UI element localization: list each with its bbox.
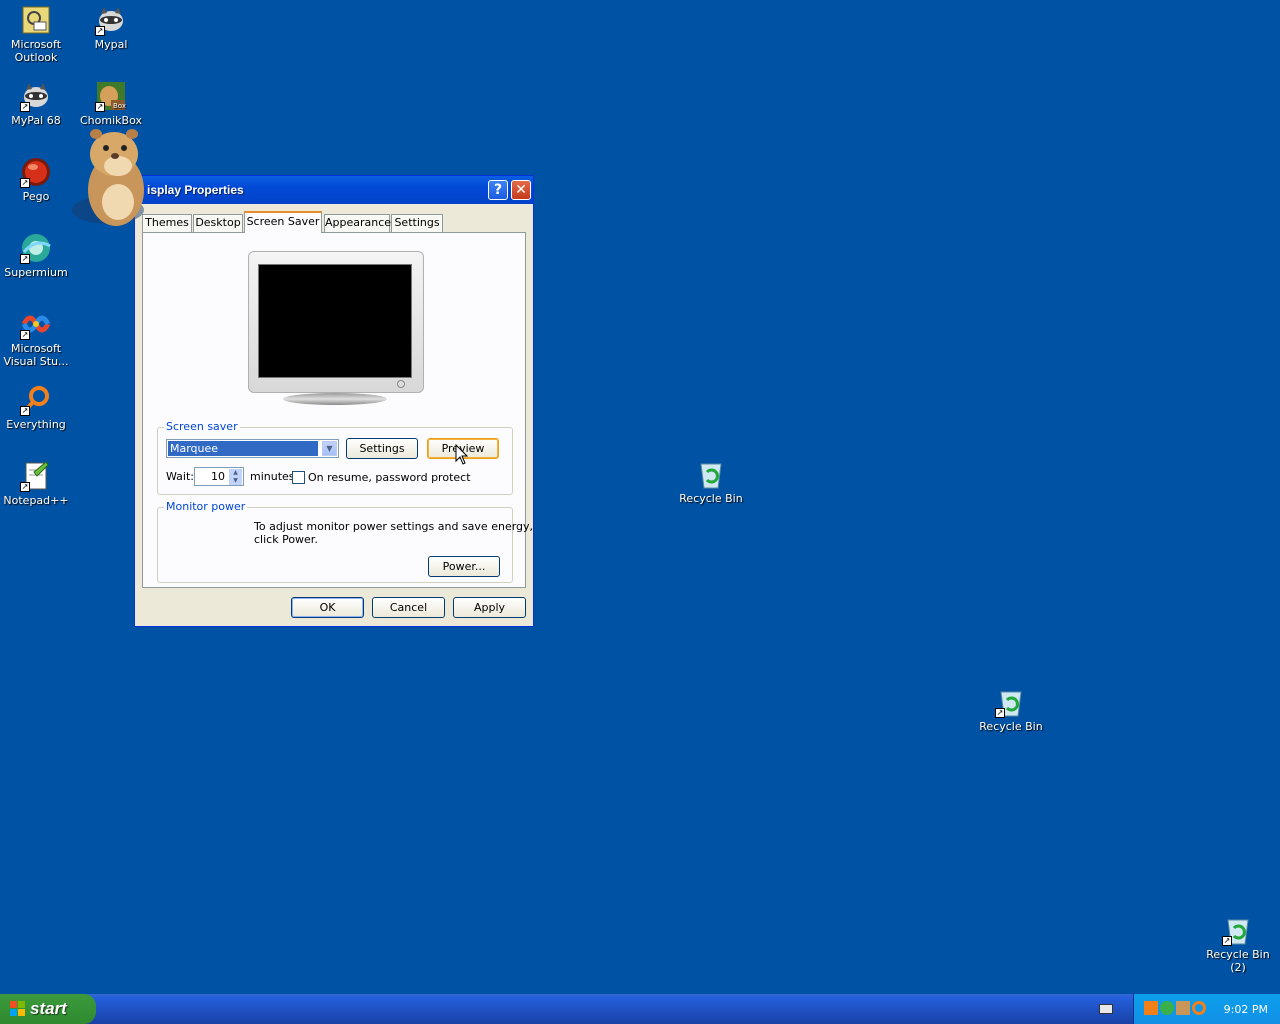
- password-protect-label[interactable]: On resume, password protect: [308, 471, 471, 484]
- desktop-icon-label: Microsoft Visual Stu...: [3, 342, 69, 368]
- svg-text:Box: Box: [113, 102, 126, 110]
- shortcut-arrow-icon: ↗: [95, 26, 105, 36]
- clock[interactable]: 9:02 PM: [1224, 1003, 1268, 1016]
- notepad-plus-icon: ↗: [20, 460, 52, 492]
- start-label: start: [30, 999, 67, 1018]
- password-protect-checkbox[interactable]: [292, 471, 305, 484]
- wait-minutes-stepper[interactable]: 10 ▲ ▼: [194, 467, 244, 486]
- taskbar: start 9:02 PM: [0, 994, 1280, 1024]
- red-orb-icon: ↗: [20, 156, 52, 188]
- desktop-icon-label: Notepad++: [3, 494, 69, 507]
- desktop-icon-pego[interactable]: ↗ Pego: [0, 156, 74, 203]
- help-button[interactable]: ?: [488, 180, 508, 200]
- shortcut-arrow-icon: ↗: [995, 708, 1005, 718]
- tab-settings[interactable]: Settings: [391, 214, 443, 232]
- tray-app-icon-2[interactable]: [1160, 1001, 1174, 1015]
- windows-logo-icon: [10, 1001, 25, 1016]
- screen-saver-select[interactable]: Marquee ▼: [166, 439, 339, 458]
- ok-button[interactable]: OK: [291, 597, 364, 618]
- window-title: isplay Properties: [147, 183, 244, 197]
- visual-studio-icon: ↗: [20, 308, 52, 340]
- settings-button[interactable]: Settings: [346, 438, 418, 459]
- desktop-icon-label: MyPal 68: [11, 114, 61, 127]
- desktop-icon-notepadpp[interactable]: ↗ Notepad++: [0, 460, 74, 507]
- desktop-icon-label: Recycle Bin (2): [1206, 948, 1270, 974]
- recycle-bin-icon: ↗: [1222, 914, 1254, 946]
- preview-screen: [258, 264, 412, 378]
- desktop-icon-chomikbox[interactable]: Box ↗ ChomikBox: [73, 80, 149, 127]
- monitor-power-text-1: To adjust monitor power settings and sav…: [254, 520, 534, 533]
- shortcut-arrow-icon: ↗: [20, 406, 30, 416]
- stepper-down-icon[interactable]: ▼: [229, 477, 242, 485]
- monitor-power-text-2: click Power.: [254, 533, 318, 546]
- desktop-icon-visual-studio[interactable]: ↗ Microsoft Visual Stu...: [0, 308, 74, 368]
- screen-saver-selected-value: Marquee: [168, 441, 318, 456]
- shortcut-arrow-icon: ↗: [20, 178, 30, 188]
- shortcut-arrow-icon: ↗: [1222, 936, 1232, 946]
- desktop-icon-recycle-bin-2[interactable]: ↗ Recycle Bin (2): [1198, 914, 1278, 974]
- desktop-icon-label: Pego: [22, 190, 50, 203]
- keyboard-icon[interactable]: [1099, 1004, 1113, 1014]
- power-led-icon: [397, 380, 405, 388]
- shortcut-arrow-icon: ↗: [95, 102, 105, 112]
- screen-saver-panel: Screen saver Marquee ▼ Settings Preview …: [142, 232, 533, 588]
- tray-search-icon[interactable]: [1192, 1001, 1206, 1015]
- desktop: { "desktop": { "icons": [ {"label": "Mic…: [0, 0, 1280, 1024]
- desktop-icon-mypal68[interactable]: ↗ MyPal 68: [0, 80, 74, 127]
- desktop-icon-outlook[interactable]: Microsoft Outlook: [0, 4, 74, 64]
- desktop-icon-mypal[interactable]: ↗ Mypal: [73, 4, 149, 51]
- power-button[interactable]: Power...: [428, 556, 500, 577]
- shortcut-arrow-icon: ↗: [20, 254, 30, 264]
- monitor-preview: [248, 251, 424, 393]
- raccoon-icon: ↗: [20, 80, 52, 112]
- tab-desktop[interactable]: Desktop: [193, 214, 243, 232]
- desktop-icon-label: Microsoft Outlook: [10, 38, 62, 64]
- stepper-up-icon[interactable]: ▲: [229, 469, 242, 477]
- outlook-icon: [20, 4, 52, 36]
- supermium-icon: ↗: [20, 232, 52, 264]
- wait-minutes-value: 10: [211, 470, 225, 483]
- desktop-icon-recycle-bin-shortcut[interactable]: ↗ Recycle Bin: [973, 686, 1049, 733]
- desktop-icon-label: Recycle Bin: [979, 720, 1043, 733]
- close-button[interactable]: ✕: [511, 180, 531, 200]
- magnifier-icon: ↗: [20, 384, 52, 416]
- title-bar[interactable]: isplay Properties ? ✕: [135, 176, 533, 204]
- tray-app-icon-1[interactable]: [1144, 1001, 1158, 1015]
- display-properties-window[interactable]: isplay Properties ? ✕ Themes Desktop Scr…: [134, 175, 534, 627]
- monitor-power-group-label: Monitor power: [164, 500, 248, 513]
- recycle-bin-icon: ↗: [995, 686, 1027, 718]
- shortcut-arrow-icon: ↗: [20, 102, 30, 112]
- shortcut-arrow-icon: ↗: [20, 482, 30, 492]
- minutes-label: minutes: [250, 470, 295, 483]
- tray-app-icon-3[interactable]: [1176, 1001, 1190, 1015]
- hamster-box-icon: Box ↗: [95, 80, 127, 112]
- wait-label: Wait:: [166, 470, 194, 483]
- tab-screen-saver[interactable]: Screen Saver: [244, 211, 322, 233]
- apply-button[interactable]: Apply: [453, 597, 526, 618]
- desktop-icon-label: Mypal: [94, 38, 128, 51]
- desktop-icon-recycle-bin[interactable]: Recycle Bin: [673, 458, 749, 505]
- start-button[interactable]: start: [0, 994, 96, 1024]
- system-tray: 9:02 PM: [1133, 994, 1280, 1024]
- desktop-icon-label: Everything: [6, 418, 66, 431]
- desktop-icon-supermium[interactable]: ↗ Supermium: [0, 232, 74, 279]
- desktop-icon-label: Supermium: [4, 266, 68, 279]
- cancel-button[interactable]: Cancel: [372, 597, 445, 618]
- monitor-power-group: Monitor power To adjust monitor power se…: [157, 500, 533, 583]
- monitor-stand: [283, 393, 387, 405]
- tab-appearance[interactable]: Appearance: [324, 214, 391, 232]
- desktop-icon-everything[interactable]: ↗ Everything: [0, 384, 74, 431]
- desktop-icon-label: Recycle Bin: [679, 492, 743, 505]
- shortcut-arrow-icon: ↗: [20, 330, 30, 340]
- screen-saver-group-label: Screen saver: [164, 420, 240, 433]
- chevron-down-icon[interactable]: ▼: [322, 441, 337, 456]
- recycle-bin-icon: [695, 458, 727, 490]
- hamster-pet-icon[interactable]: [68, 126, 152, 232]
- raccoon-icon: ↗: [95, 4, 127, 36]
